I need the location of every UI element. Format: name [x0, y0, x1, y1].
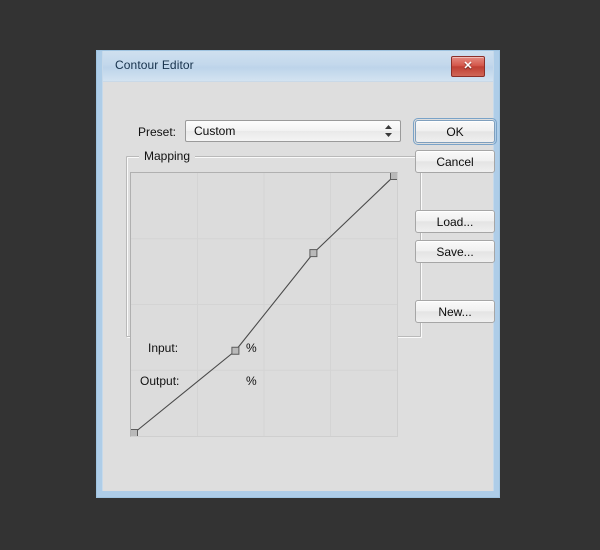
control-point-handle-0[interactable] — [131, 430, 138, 437]
control-point-handle-2[interactable] — [310, 250, 317, 257]
contour-curve-canvas[interactable] — [130, 172, 398, 437]
ok-button[interactable]: OK — [415, 120, 495, 143]
dialog-inner-frame: Contour Editor ✕ Preset: Custom Mapping — [102, 51, 494, 491]
up-down-arrows-icon — [383, 123, 394, 139]
save-button[interactable]: Save... — [415, 240, 495, 263]
cancel-button[interactable]: Cancel — [415, 150, 495, 173]
dialog-body: Preset: Custom Mapping — [103, 82, 493, 491]
close-icon: ✕ — [452, 57, 484, 76]
preset-combobox[interactable]: Custom — [185, 120, 401, 142]
control-point-handle-3[interactable] — [391, 173, 398, 180]
load-button[interactable]: Load... — [415, 210, 495, 233]
grid-lines — [131, 173, 397, 436]
input-label: Input: — [148, 341, 178, 355]
output-value: % — [246, 374, 257, 388]
new-button[interactable]: New... — [415, 300, 495, 323]
mapping-group-label: Mapping — [139, 149, 195, 163]
title-bar[interactable]: Contour Editor ✕ — [103, 51, 493, 82]
window-title: Contour Editor — [115, 58, 194, 72]
control-point-handle-1[interactable] — [232, 347, 239, 354]
output-label: Output: — [140, 374, 179, 388]
preset-label: Preset: — [138, 125, 176, 139]
curve-plot — [131, 173, 397, 436]
contour-editor-dialog: Contour Editor ✕ Preset: Custom Mapping — [96, 50, 500, 498]
preset-selected-value: Custom — [194, 124, 235, 138]
input-value: % — [246, 341, 257, 355]
close-button[interactable]: ✕ — [451, 56, 485, 77]
